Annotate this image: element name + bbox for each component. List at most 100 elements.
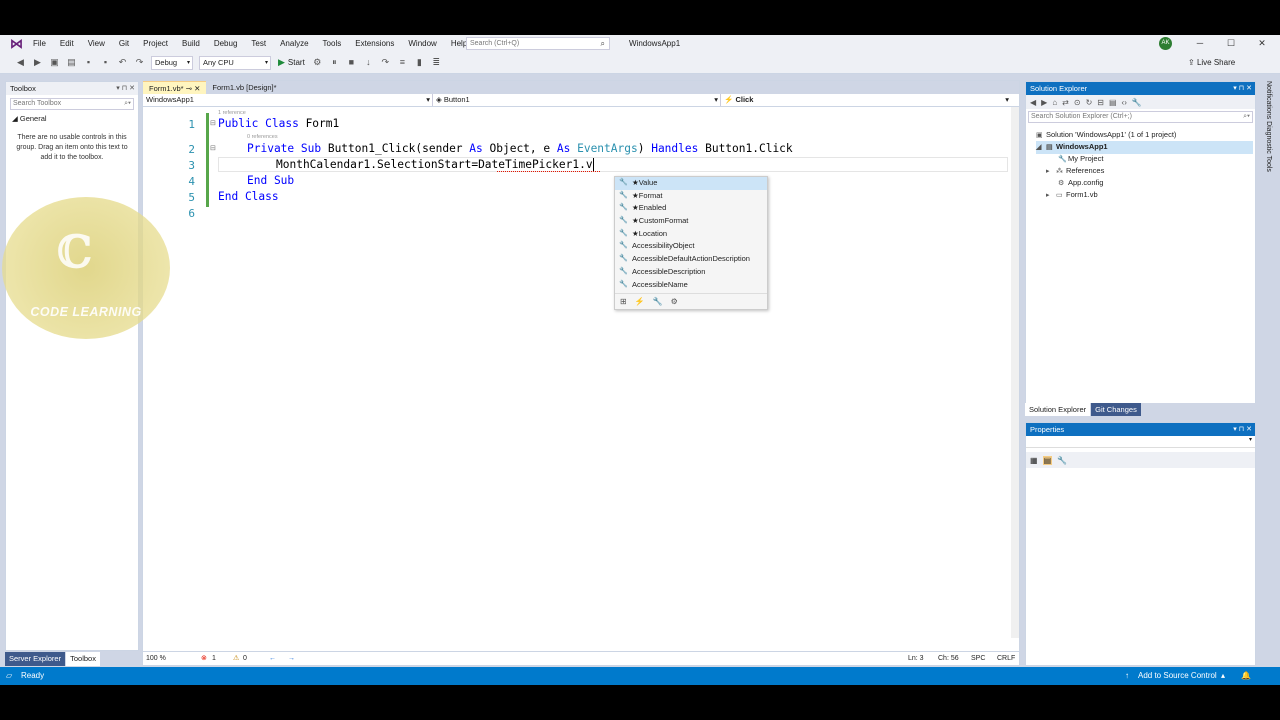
search-input[interactable]: Search (Ctrl+Q) ⌕ (466, 37, 610, 50)
collapse-icon[interactable]: ⊟ (210, 144, 216, 152)
view-code-icon[interactable]: ‹› (1122, 98, 1127, 107)
object-dropdown[interactable]: ◈ Button1 ▾ (433, 94, 721, 106)
properties-object-select[interactable]: ▾ (1026, 436, 1255, 448)
panel-controls-icon[interactable]: ▾ ⊓ ✕ (1233, 423, 1252, 436)
project-dropdown[interactable]: WindowsApp1 ▾ (143, 94, 433, 106)
notification-bell-icon[interactable]: 🔔 (1241, 667, 1251, 685)
pause-icon[interactable]: ⏸ (328, 56, 341, 69)
property-pages-icon[interactable]: 🔧 (1057, 456, 1067, 465)
show-all-icon[interactable]: ▤ (1109, 98, 1117, 107)
completion-item[interactable]: 🔧 AccessibleDefaultActionDescription (615, 253, 767, 266)
tab-toolbox[interactable]: Toolbox (66, 652, 100, 666)
side-rail-tabs[interactable]: Notifications Diagnostic Tools (1258, 81, 1272, 281)
pin-icon[interactable]: ⊸ (186, 84, 192, 93)
filter-all-icon[interactable]: ⊞ (620, 297, 627, 306)
toolbox-search-input[interactable]: Search Toolbox ⌕▾ (10, 98, 134, 110)
menu-project[interactable]: Project (136, 35, 175, 52)
solution-explorer-search-input[interactable]: Search Solution Explorer (Ctrl+;) ⌕▾ (1028, 111, 1253, 123)
tab-git-changes[interactable]: Git Changes (1091, 403, 1141, 416)
tab-form1-vb[interactable]: Form1.vb* ⊸ ✕ (143, 81, 207, 94)
panel-controls-icon[interactable]: ▾ ⊓ ✕ (116, 82, 135, 95)
menu-view[interactable]: View (81, 35, 112, 52)
minimize-icon[interactable]: ─ (1190, 35, 1210, 52)
start-button[interactable]: ▶ Start (278, 57, 305, 68)
sync-icon[interactable]: ⇄ (1062, 98, 1069, 107)
maximize-icon[interactable]: ☐ (1221, 35, 1241, 52)
avatar[interactable]: AK (1159, 37, 1172, 50)
chevron-up-icon[interactable]: ▴ (1221, 667, 1225, 685)
filter-properties-icon[interactable]: 🔧 (653, 297, 663, 306)
open-icon[interactable]: ▤ (65, 56, 78, 69)
collapse-icon[interactable]: ⊟ (210, 119, 216, 127)
error-count[interactable]: 1 (212, 652, 216, 665)
menu-edit[interactable]: Edit (53, 35, 81, 52)
redo-icon[interactable]: ↷ (133, 56, 146, 69)
tab-form1-design[interactable]: Form1.vb [Design]* (206, 81, 282, 94)
save-icon[interactable]: ▪ (82, 56, 95, 69)
event-dropdown[interactable]: ⚡ Click ▾ (721, 94, 1011, 106)
back-icon[interactable]: ◀ (14, 56, 27, 69)
forward-icon[interactable]: ▶ (31, 56, 44, 69)
menu-window[interactable]: Window (401, 35, 443, 52)
alphabetical-icon[interactable]: ▤ (1042, 455, 1053, 465)
menu-debug[interactable]: Debug (207, 35, 245, 52)
expand-icon[interactable]: ▸ (1046, 190, 1056, 202)
close-icon[interactable]: ✕ (194, 84, 200, 93)
tree-form1[interactable]: ▸ ▭ Form1.vb (1046, 189, 1098, 202)
menu-test[interactable]: Test (244, 35, 273, 52)
step-into-icon[interactable]: ↓ (362, 56, 375, 69)
forward-icon[interactable]: ▶ (1041, 98, 1047, 107)
filter-events-icon[interactable]: ⚡ (635, 297, 645, 306)
menu-git[interactable]: Git (112, 35, 136, 52)
live-share-button[interactable]: ⇪ Live Share (1188, 52, 1235, 74)
expand-icon[interactable]: ◢ (1036, 142, 1046, 154)
menu-tools[interactable]: Tools (316, 35, 349, 52)
format-icon[interactable]: ≣ (430, 56, 443, 69)
configuration-select[interactable]: Debug ▾ (151, 55, 193, 70)
forward-arrow-icon[interactable]: → (288, 652, 295, 665)
panel-controls-icon[interactable]: ▾ ⊓ ✕ (1233, 82, 1252, 95)
back-arrow-icon[interactable]: ← (269, 652, 276, 665)
menu-file[interactable]: File (26, 35, 53, 52)
tab-server-explorer[interactable]: Server Explorer (5, 652, 66, 666)
completion-item[interactable]: 🔧 AccessibleDescription (615, 266, 767, 279)
codelens-references[interactable]: 1 reference (218, 110, 246, 116)
completion-item[interactable]: 🔧 AccessibilityObject (615, 240, 767, 253)
stop-icon[interactable]: ■ (345, 56, 358, 69)
code-area[interactable]: 1 reference 0 references 1 2 3 4 5 6 ⊟ ⊟… (143, 107, 1019, 652)
new-item-icon[interactable]: ▣ (48, 56, 61, 69)
refresh-icon[interactable]: ↻ (1086, 98, 1093, 107)
zoom-level[interactable]: 100 % (146, 652, 166, 665)
categorized-icon[interactable]: ▦ (1030, 456, 1038, 465)
platform-select[interactable]: Any CPU ▾ (199, 55, 271, 70)
menu-extensions[interactable]: Extensions (348, 35, 401, 52)
completion-item[interactable]: 🔧 AccessibleName (615, 279, 767, 292)
pending-changes-icon[interactable]: ⊙ (1074, 98, 1081, 107)
save-all-icon[interactable]: ▪ (99, 56, 112, 69)
completion-item[interactable]: 🔧 ★ Location (615, 228, 767, 241)
back-icon[interactable]: ◀ (1030, 98, 1036, 107)
step-over-icon[interactable]: ↷ (379, 56, 392, 69)
menu-build[interactable]: Build (175, 35, 207, 52)
attach-icon[interactable]: ⚙ (311, 56, 324, 69)
filter-methods-icon[interactable]: ⚙ (671, 297, 678, 306)
close-icon[interactable]: ✕ (1252, 35, 1272, 52)
properties-icon[interactable]: 🔧 (1132, 98, 1142, 107)
expand-icon[interactable]: ▸ (1046, 166, 1056, 178)
codelens-references[interactable]: 0 references (247, 134, 278, 140)
collapse-all-icon[interactable]: ⊟ (1097, 98, 1104, 107)
home-icon[interactable]: ⌂ (1052, 98, 1057, 107)
tab-solution-explorer[interactable]: Solution Explorer (1025, 403, 1091, 416)
completion-item[interactable]: 🔧 ★ Format (615, 190, 767, 203)
vertical-scrollbar[interactable] (1011, 107, 1019, 638)
toolbox-group-general[interactable]: ◢ General (6, 110, 138, 123)
bookmark-icon[interactable]: ▮ (413, 56, 426, 69)
undo-icon[interactable]: ↶ (116, 56, 129, 69)
completion-item[interactable]: 🔧 ★ Value (615, 177, 767, 190)
menu-analyze[interactable]: Analyze (273, 35, 315, 52)
completion-item[interactable]: 🔧 ★ Enabled (615, 202, 767, 215)
add-to-source-control[interactable]: Add to Source Control (1138, 667, 1217, 685)
warning-count[interactable]: 0 (243, 652, 247, 665)
comment-icon[interactable]: ≡ (396, 56, 409, 69)
completion-item[interactable]: 🔧 ★ CustomFormat (615, 215, 767, 228)
